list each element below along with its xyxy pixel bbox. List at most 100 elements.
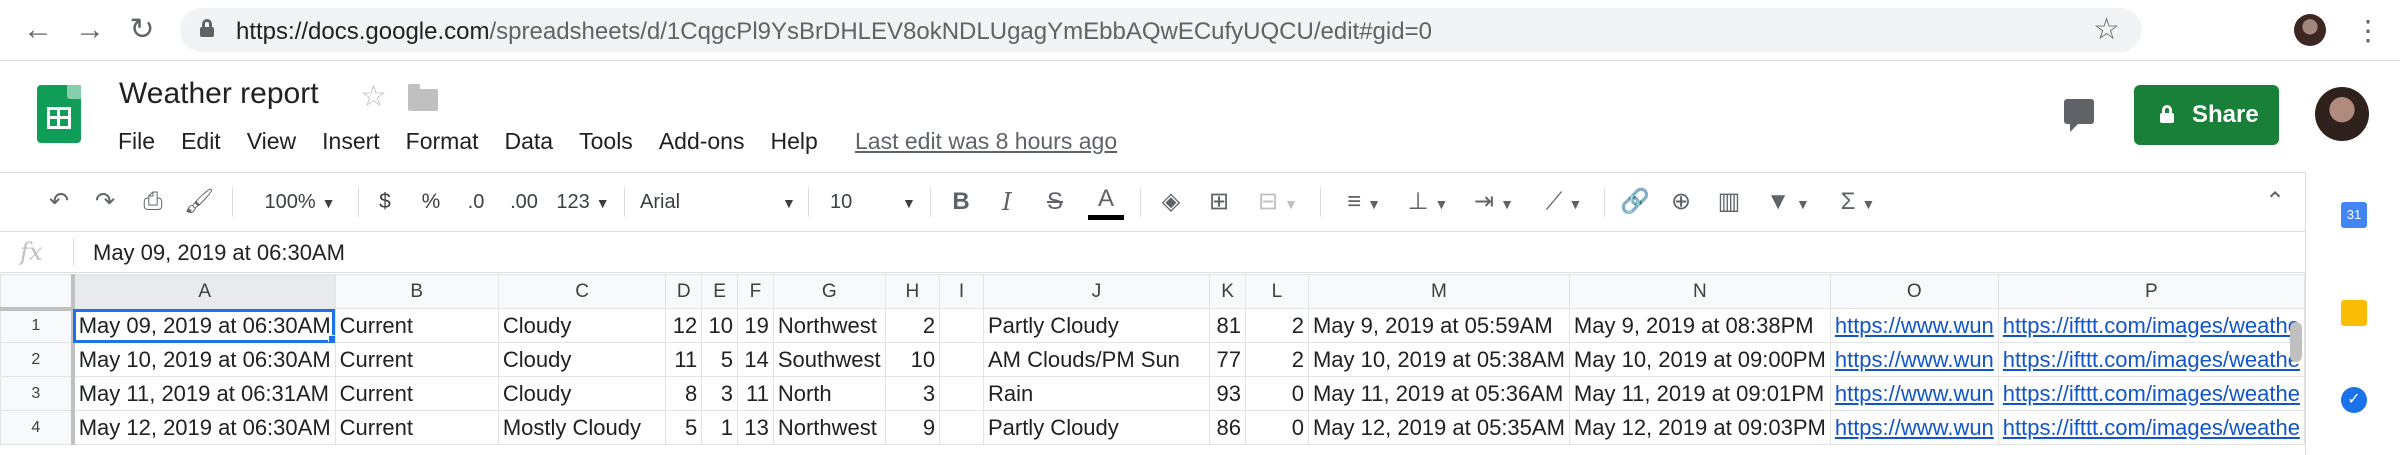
cell[interactable]: 1 (701, 410, 739, 445)
bold-button[interactable]: B (946, 183, 976, 221)
folder-icon[interactable] (408, 84, 438, 111)
filter-icon[interactable]: ▼ ▼ (1760, 183, 1816, 221)
cell-link[interactable]: https://ifttt.com/images/weathe (1997, 342, 2305, 377)
vertical-scrollbar[interactable] (2290, 322, 2302, 362)
cell[interactable]: Northwest (772, 308, 886, 343)
column-header-l[interactable]: L (1244, 274, 1309, 309)
strikethrough-button[interactable]: S (1040, 183, 1070, 221)
cell[interactable]: Cloudy (497, 342, 667, 377)
address-bar[interactable]: https://docs.google.com/spreadsheets/d/1… (180, 8, 2142, 52)
tasks-icon[interactable]: ✓ (2341, 387, 2367, 413)
cell[interactable]: Cloudy (497, 376, 667, 411)
column-header-f[interactable]: F (737, 274, 774, 309)
cell-link[interactable]: https://www.wun (1829, 342, 1999, 377)
bookmark-star-icon[interactable]: ☆ (2093, 12, 2120, 47)
cell[interactable]: 81 (1209, 308, 1246, 343)
text-wrapping-icon[interactable]: ⇥ ▼ (1466, 183, 1522, 221)
menu-format[interactable]: Format (406, 128, 479, 158)
cell[interactable]: Current (334, 342, 499, 377)
cell[interactable]: May 9, 2019 at 05:59AM (1307, 308, 1570, 343)
menu-data[interactable]: Data (505, 128, 554, 158)
column-header-h[interactable]: H (884, 274, 941, 309)
italic-button[interactable]: I (992, 183, 1022, 221)
cell[interactable]: 77 (1209, 342, 1246, 377)
cell[interactable]: May 11, 2019 at 05:36AM (1307, 376, 1570, 411)
cell[interactable]: May 10, 2019 at 06:30AM (72, 342, 336, 377)
vertical-align-icon[interactable]: ⊥ ▼ (1402, 183, 1454, 221)
cell[interactable]: 10 (701, 308, 739, 343)
url-text[interactable]: https://docs.google.com/spreadsheets/d/1… (236, 18, 1432, 46)
cell[interactable]: 19 (737, 308, 774, 343)
star-icon[interactable]: ☆ (360, 79, 387, 114)
account-avatar[interactable] (2315, 87, 2369, 141)
cell[interactable]: May 12, 2019 at 09:03PM (1568, 410, 1831, 445)
percent-format-button[interactable]: % (416, 183, 446, 221)
cell[interactable]: AM Clouds/PM Sun (982, 342, 1211, 377)
insert-chart-icon[interactable]: ▥ (1712, 183, 1746, 221)
cell[interactable]: 2 (884, 308, 941, 343)
browser-profile-avatar[interactable] (2294, 14, 2326, 46)
menu-help[interactable]: Help (770, 128, 817, 158)
share-button[interactable]: Share (2134, 85, 2279, 145)
cell-link[interactable]: https://www.wun (1829, 376, 1999, 411)
last-edit-link[interactable]: Last edit was 8 hours ago (855, 128, 1117, 155)
select-all-corner[interactable] (0, 274, 75, 311)
increase-decimal-button[interactable]: .00 (502, 183, 546, 221)
forward-arrow-icon[interactable]: → (74, 14, 106, 46)
cell[interactable]: 93 (1209, 376, 1246, 411)
cell[interactable]: 2 (1244, 342, 1309, 377)
cell[interactable]: 11 (665, 342, 703, 377)
formula-input[interactable]: May 09, 2019 at 06:30AM (93, 240, 345, 266)
cell[interactable]: May 11, 2019 at 09:01PM (1568, 376, 1831, 411)
cell-link[interactable]: https://ifttt.com/images/weathe (1997, 308, 2305, 343)
column-header-k[interactable]: K (1209, 274, 1246, 309)
zoom-select[interactable]: 100% ▼ (250, 183, 350, 221)
undo-icon[interactable]: ↶ (42, 183, 76, 221)
column-header-o[interactable]: O (1829, 274, 1999, 309)
collapse-menu-icon[interactable]: ⌃ (2258, 183, 2292, 221)
column-header-p[interactable]: P (1997, 274, 2305, 309)
cell[interactable]: 5 (665, 410, 703, 445)
column-header-d[interactable]: D (665, 274, 703, 309)
reload-icon[interactable]: ↻ (126, 14, 158, 46)
row-header[interactable]: 1 (0, 308, 75, 343)
functions-icon[interactable]: Σ ▼ (1830, 183, 1886, 221)
cell[interactable]: Current (334, 308, 499, 343)
cell-a1[interactable]: May 09, 2019 at 06:30AM (72, 308, 336, 343)
browser-menu-icon[interactable]: ⋮ (2354, 14, 2382, 47)
cell[interactable]: 0 (1244, 410, 1309, 445)
column-header-i[interactable]: I (939, 274, 984, 309)
cell[interactable]: 2 (1244, 308, 1309, 343)
cell[interactable]: Partly Cloudy (982, 410, 1211, 445)
cell[interactable]: Mostly Cloudy (497, 410, 667, 445)
cell[interactable]: 8 (665, 376, 703, 411)
keep-icon[interactable] (2341, 300, 2367, 326)
cell[interactable]: May 9, 2019 at 08:38PM (1568, 308, 1831, 343)
cell[interactable]: 11 (737, 376, 774, 411)
cell[interactable]: 9 (884, 410, 941, 445)
cell[interactable]: 3 (701, 376, 739, 411)
column-header-b[interactable]: B (334, 274, 499, 309)
borders-icon[interactable]: ⊞ (1202, 183, 1236, 221)
cell[interactable]: 3 (884, 376, 941, 411)
merge-cells-icon[interactable]: ⊟ ▼ (1250, 183, 1306, 221)
cell-link[interactable]: https://ifttt.com/images/weathe (1997, 376, 2305, 411)
fill-color-icon[interactable]: ◈ (1154, 183, 1188, 221)
cell-link[interactable]: https://www.wun (1829, 308, 1999, 343)
cell[interactable]: Southwest (772, 342, 886, 377)
cell[interactable]: May 11, 2019 at 06:31AM (72, 376, 336, 411)
insert-comment-icon[interactable]: ⊕ (1664, 183, 1698, 221)
cell[interactable]: Northwest (772, 410, 886, 445)
column-header-c[interactable]: C (497, 274, 667, 309)
cell[interactable]: 0 (1244, 376, 1309, 411)
menu-insert[interactable]: Insert (322, 128, 380, 158)
cell[interactable] (939, 342, 984, 377)
cell[interactable]: Cloudy (497, 308, 667, 343)
menu-addons[interactable]: Add-ons (659, 128, 745, 158)
column-header-e[interactable]: E (701, 274, 739, 309)
cell[interactable]: May 10, 2019 at 05:38AM (1307, 342, 1570, 377)
cell[interactable]: Partly Cloudy (982, 308, 1211, 343)
sheets-logo-icon[interactable] (37, 85, 81, 143)
menu-tools[interactable]: Tools (579, 128, 633, 158)
redo-icon[interactable]: ↷ (88, 183, 122, 221)
